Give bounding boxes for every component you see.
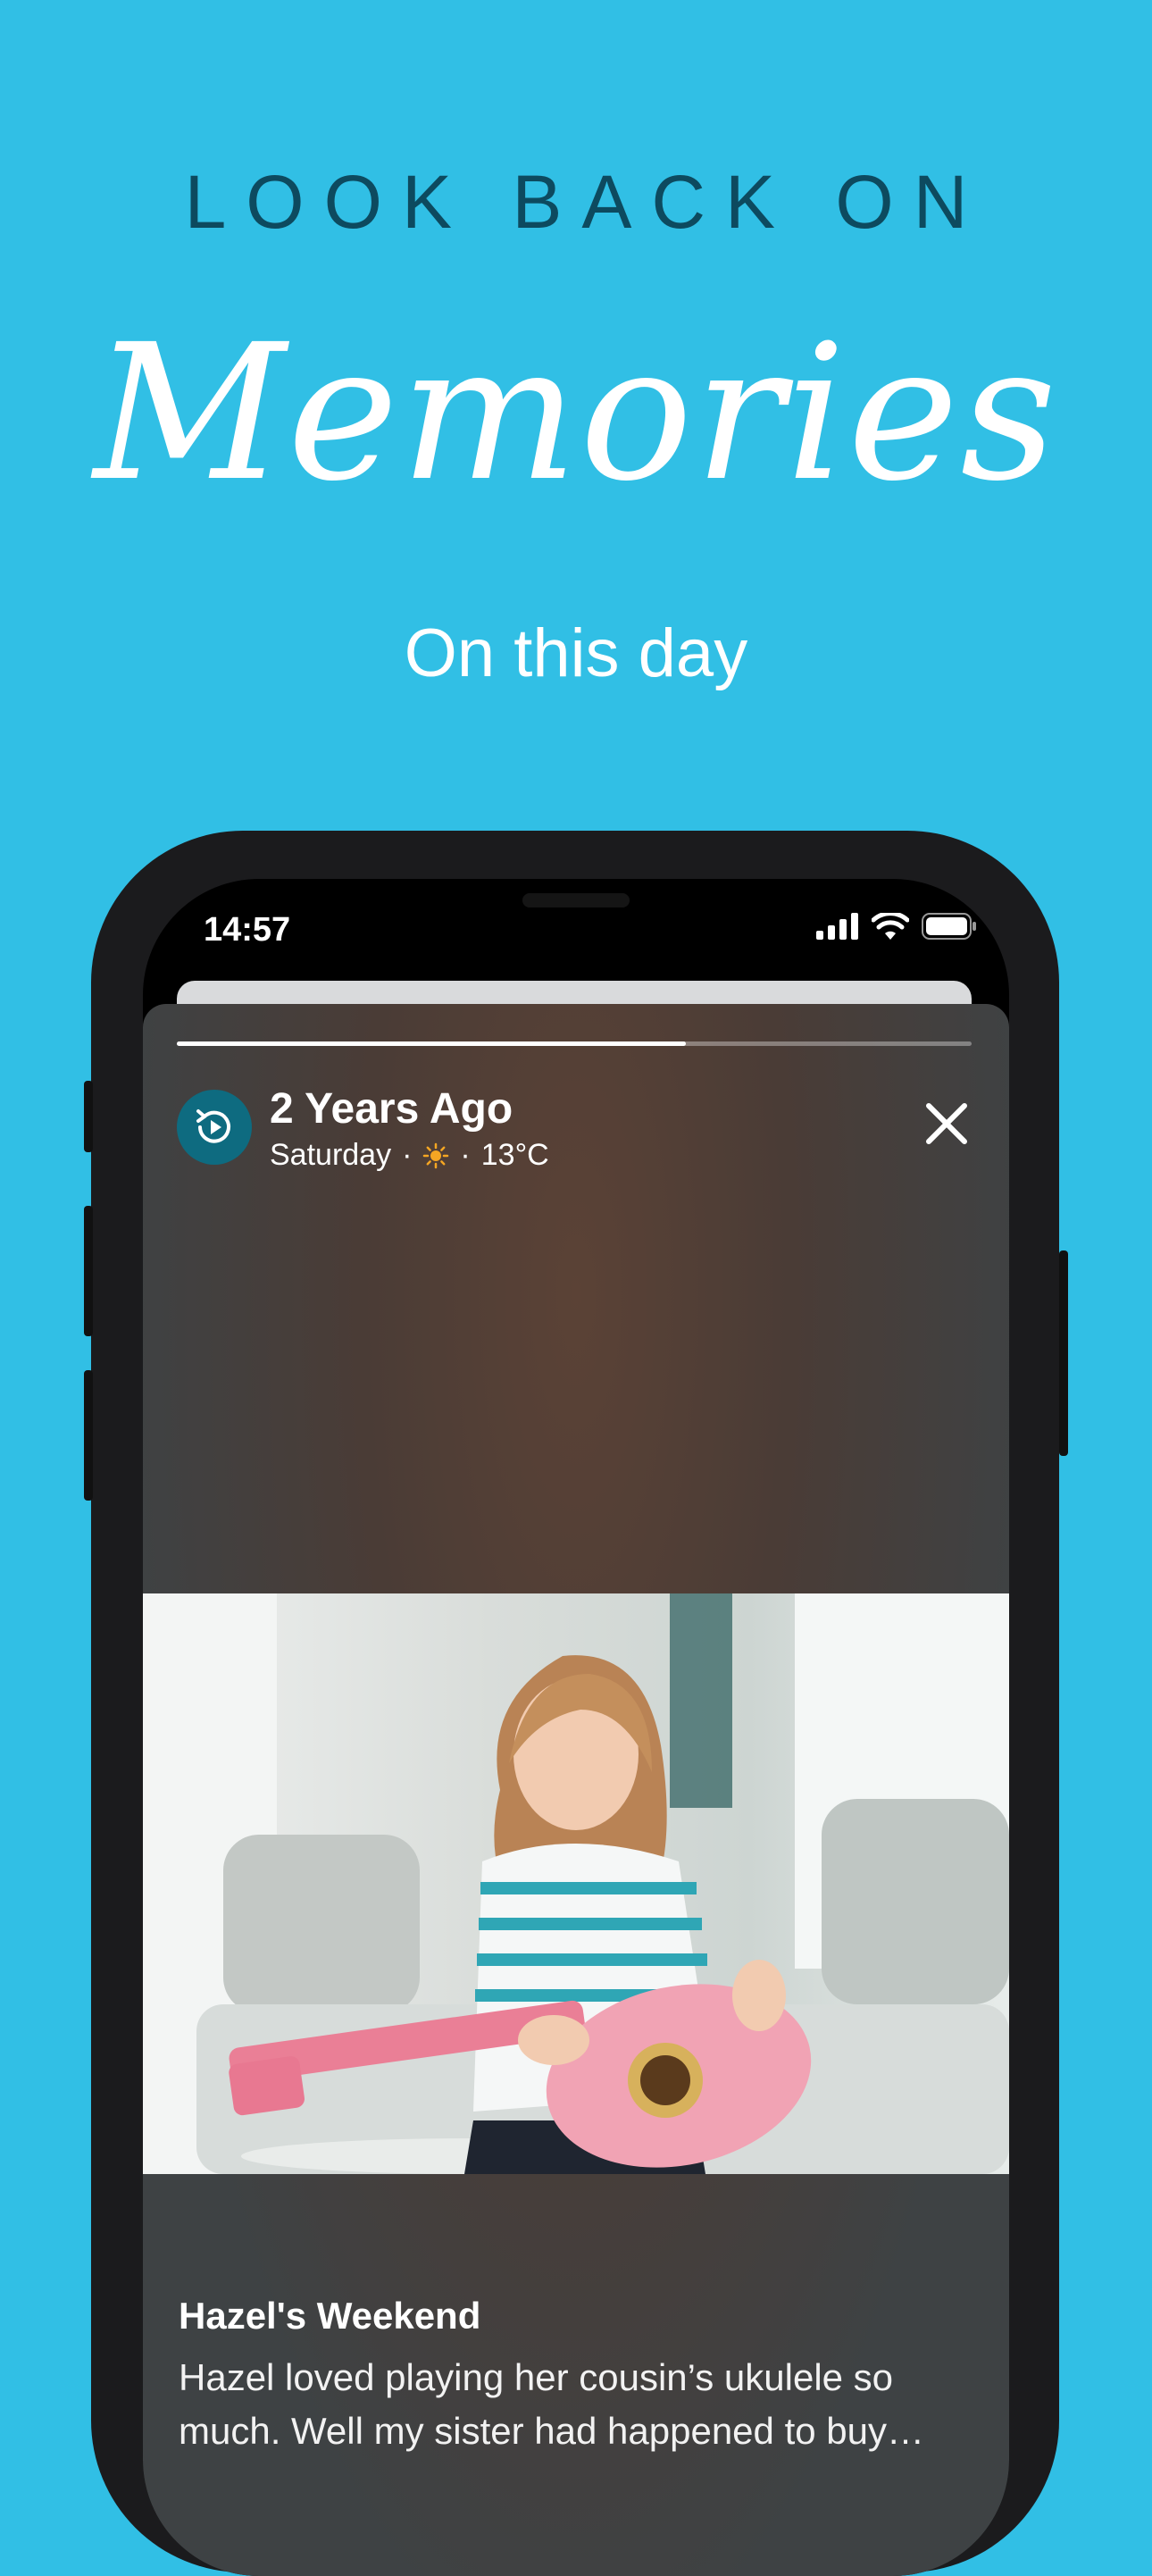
promo-script-title: Memories (93, 304, 1059, 523)
phone-power-button (1059, 1250, 1068, 1456)
memory-photo-illustration (143, 1593, 1009, 2174)
wifi-icon (872, 913, 909, 940)
story-progress-fill (177, 1041, 686, 1046)
sun-icon (423, 1142, 449, 1168)
memory-card[interactable]: 2 Years Ago Saturday · · 13°C Hazel's We… (143, 1004, 1009, 2576)
caption-title: Hazel's Weekend (179, 2295, 481, 2337)
phone-volume-up-button (84, 1206, 93, 1336)
phone-screen: 14:57 2 Years Ago Saturday · · 13°C Haze… (143, 879, 1009, 2576)
signal-icon (816, 913, 858, 940)
status-time: 14:57 (204, 911, 291, 949)
meta-separator: · (402, 1138, 413, 1172)
memory-meta: Saturday · · 13°C (270, 1138, 549, 1173)
status-icons (816, 913, 977, 940)
promo-subtitle: On this day (404, 615, 748, 691)
close-icon (926, 1103, 967, 1144)
memory-day: Saturday (270, 1138, 392, 1172)
phone-mute-switch (84, 1081, 93, 1152)
caption-text: Hazel loved playing her cousin’s ukulele… (179, 2356, 924, 2452)
story-progress-bar (177, 1041, 972, 1046)
meta-separator: · (460, 1138, 471, 1172)
memory-title: 2 Years Ago (270, 1085, 513, 1133)
speaker (522, 893, 630, 907)
memory-replay-icon (177, 1090, 252, 1165)
promo-headline: LOOK BACK ON (184, 160, 988, 244)
close-button[interactable] (920, 1097, 973, 1150)
memory-photo[interactable] (143, 1593, 1009, 2174)
phone-volume-down-button (84, 1370, 93, 1501)
memory-temperature: 13°C (480, 1138, 549, 1172)
battery-icon (922, 913, 976, 940)
